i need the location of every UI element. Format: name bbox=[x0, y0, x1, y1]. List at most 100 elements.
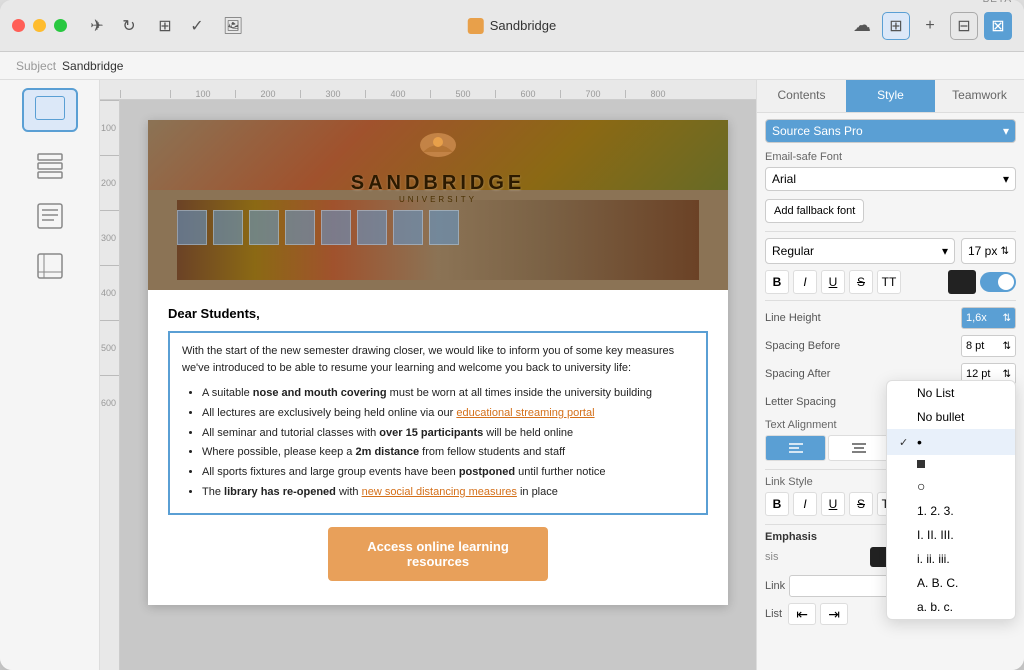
app-icon bbox=[468, 18, 484, 34]
link-bold-button[interactable]: B bbox=[765, 492, 789, 516]
dropdown-item-no-bullet[interactable]: No bullet bbox=[887, 405, 1015, 429]
square-bullet-icon bbox=[917, 460, 925, 468]
sidebar-crop-icon[interactable] bbox=[22, 244, 78, 288]
line-height-label: Line Height bbox=[765, 312, 821, 324]
canvas-scroll[interactable]: SANDBRIDGE UNIVERSITY Dear Students, Wit… bbox=[120, 100, 756, 670]
ruler-mark: 300 bbox=[300, 90, 365, 98]
italic-button[interactable]: I bbox=[793, 270, 817, 294]
image-icon[interactable]: 🖼 bbox=[219, 12, 247, 40]
dropdown-item-alpha-lower[interactable]: a. b. c. bbox=[887, 595, 1015, 619]
tab-style[interactable]: Style bbox=[846, 80, 935, 112]
format-value: Regular bbox=[772, 244, 814, 258]
email-safe-font-select[interactable]: Arial ▾ bbox=[765, 167, 1016, 191]
spacing-after-label: Spacing After bbox=[765, 368, 830, 380]
dropdown-item-bullet[interactable]: ✓ • bbox=[887, 429, 1015, 455]
align-left-button[interactable] bbox=[765, 435, 826, 461]
grid-icon[interactable]: ⊞ bbox=[882, 12, 910, 40]
university-subtitle: UNIVERSITY bbox=[148, 195, 728, 204]
format-buttons-row: B I U S TT bbox=[765, 270, 1016, 294]
spacing-before-label: Spacing Before bbox=[765, 340, 840, 352]
layers-icon[interactable]: ⊞ bbox=[151, 12, 179, 40]
ruler-mark: 800 bbox=[625, 90, 690, 98]
dropdown-item-numeric[interactable]: 1. 2. 3. bbox=[887, 499, 1015, 523]
link-strikethrough-button[interactable]: S bbox=[849, 492, 873, 516]
columns-icon[interactable]: ⊠ bbox=[984, 12, 1012, 40]
window-element bbox=[285, 210, 315, 245]
intro-text: With the start of the new semester drawi… bbox=[182, 343, 694, 376]
window-element bbox=[357, 210, 387, 245]
list-controls: ⇤ ⇥ bbox=[788, 603, 848, 625]
font-value: Source Sans Pro bbox=[772, 124, 863, 138]
add-fallback-button[interactable]: Add fallback font bbox=[765, 199, 864, 223]
layout-icon[interactable]: ⊟ bbox=[950, 12, 978, 40]
link-italic-button[interactable]: I bbox=[793, 492, 817, 516]
check-icon[interactable]: ✓ bbox=[183, 12, 211, 40]
beta-label: BETA bbox=[983, 0, 1012, 5]
sidebar-text-icon[interactable] bbox=[22, 194, 78, 238]
ruler-mark: 100 bbox=[170, 90, 235, 98]
chevron-icon: ▾ bbox=[1003, 172, 1009, 186]
toolbar-left: ✈ ↻ bbox=[83, 12, 143, 40]
sidebar-list-icon[interactable] bbox=[22, 144, 78, 188]
window-element bbox=[249, 210, 279, 245]
dropdown-item-roman-upper[interactable]: I. II. III. bbox=[887, 523, 1015, 547]
maximize-button[interactable] bbox=[54, 19, 67, 32]
stepper-icon: ⇅ bbox=[1003, 313, 1011, 324]
letter-spacing-label: Letter Spacing bbox=[765, 396, 836, 408]
dropdown-item-circle[interactable]: ○ bbox=[887, 473, 1015, 499]
dear-line: Dear Students, bbox=[168, 306, 708, 321]
university-name: SANDBRIDGE bbox=[148, 172, 728, 195]
monospace-button[interactable]: TT bbox=[877, 270, 901, 294]
size-input[interactable]: 17 px ⇅ bbox=[961, 238, 1016, 264]
outdent-button[interactable]: ⇤ bbox=[788, 603, 816, 625]
text-toggle[interactable] bbox=[980, 272, 1016, 292]
wifi-icon[interactable]: ✈ bbox=[83, 12, 111, 40]
font-select[interactable]: Source Sans Pro ▾ bbox=[765, 119, 1016, 143]
spacing-before-input[interactable]: 8 pt ⇅ bbox=[961, 335, 1016, 357]
right-panel: Contents Style Teamwork Source Sans Pro … bbox=[756, 80, 1024, 670]
tab-teamwork[interactable]: Teamwork bbox=[935, 80, 1024, 112]
sidebar-page-icon[interactable] bbox=[22, 88, 78, 132]
building-image bbox=[148, 190, 728, 290]
chevron-icon: ▾ bbox=[1003, 124, 1009, 138]
link-underline-button[interactable]: U bbox=[821, 492, 845, 516]
ruler-vertical: 100 200 300 400 500 600 bbox=[100, 100, 120, 670]
dropdown-item-no-list[interactable]: No List bbox=[887, 381, 1015, 405]
line-height-input[interactable]: 1,6x ⇅ bbox=[961, 307, 1016, 329]
refresh-icon[interactable]: ↻ bbox=[115, 12, 143, 40]
toolbar-right: 🖼 bbox=[219, 12, 247, 40]
align-center-button[interactable] bbox=[828, 435, 889, 461]
text-color-swatch[interactable] bbox=[948, 270, 976, 294]
stepper-icon: ⇅ bbox=[1003, 369, 1011, 380]
minimize-button[interactable] bbox=[33, 19, 46, 32]
tab-contents[interactable]: Contents bbox=[757, 80, 846, 112]
subject-value: Sandbridge bbox=[62, 59, 123, 73]
cta-button[interactable]: Access online learning resources bbox=[328, 527, 548, 581]
underline-button[interactable]: U bbox=[821, 270, 845, 294]
close-button[interactable] bbox=[12, 19, 25, 32]
email-safe-font-value: Arial bbox=[772, 172, 796, 186]
spacing-before-row: Spacing Before 8 pt ⇅ bbox=[765, 335, 1016, 357]
cloud-icon[interactable]: ☁ bbox=[848, 12, 876, 40]
email-text-block[interactable]: With the start of the new semester drawi… bbox=[168, 331, 708, 515]
indent-button[interactable]: ⇥ bbox=[820, 603, 848, 625]
window-element bbox=[213, 210, 243, 245]
email-safe-font-label: Email-safe Font bbox=[765, 151, 1016, 163]
format-select[interactable]: Regular ▾ bbox=[765, 238, 955, 264]
email-header: SANDBRIDGE UNIVERSITY bbox=[148, 120, 728, 290]
main-area: 100 200 300 400 500 600 700 800 100 200 … bbox=[0, 80, 1024, 670]
window-element bbox=[393, 210, 423, 245]
windows-row bbox=[177, 210, 699, 245]
dropdown-item-roman-lower[interactable]: i. ii. iii. bbox=[887, 547, 1015, 571]
v-mark: 300 bbox=[100, 210, 119, 265]
window-title-area: Sandbridge bbox=[468, 18, 557, 34]
window-element bbox=[429, 210, 459, 245]
right-toolbar: BETA ☁ ⊞ + ⊟ ⊠ bbox=[848, 12, 1012, 40]
email-canvas: SANDBRIDGE UNIVERSITY Dear Students, Wit… bbox=[148, 120, 728, 605]
dropdown-item-square[interactable] bbox=[887, 455, 1015, 473]
strikethrough-button[interactable]: S bbox=[849, 270, 873, 294]
plus-icon[interactable]: + bbox=[916, 12, 944, 40]
dropdown-item-alpha-upper[interactable]: A. B. C. bbox=[887, 571, 1015, 595]
ruler-mark: 700 bbox=[560, 90, 625, 98]
bold-button[interactable]: B bbox=[765, 270, 789, 294]
